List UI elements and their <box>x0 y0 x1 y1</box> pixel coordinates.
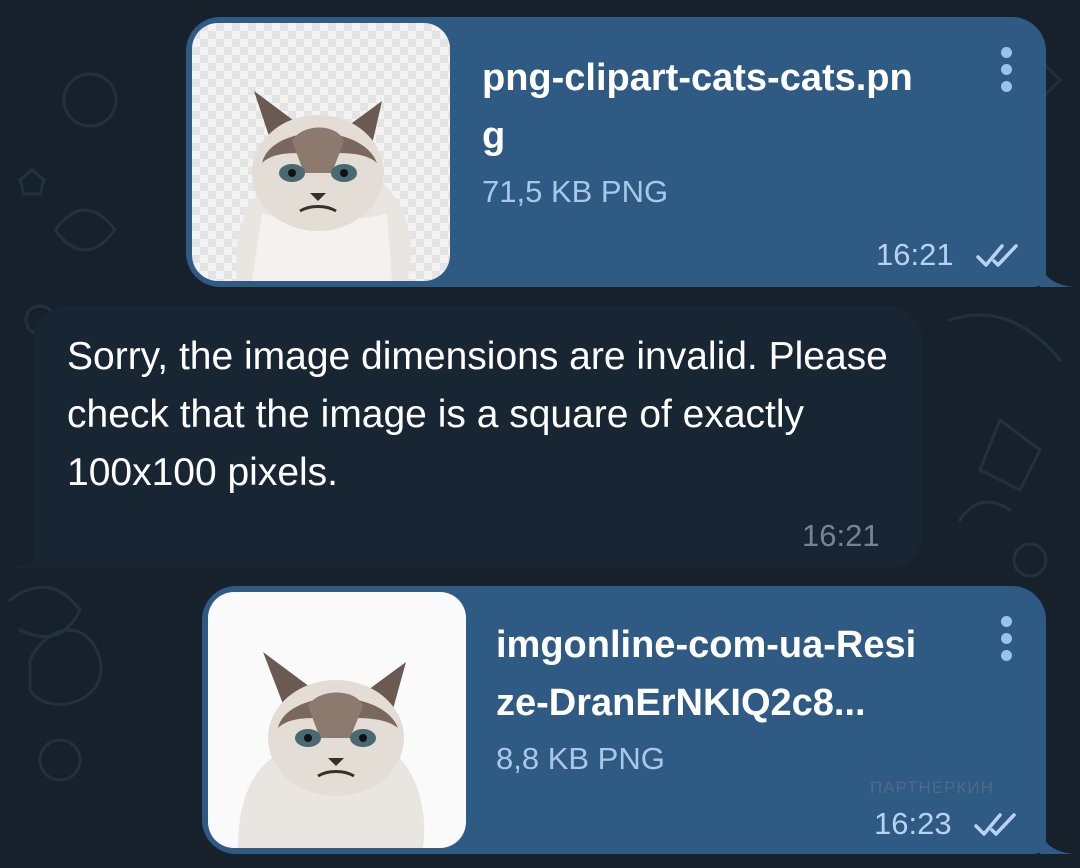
watermark: ПАРТНЕРКИН <box>870 778 994 797</box>
more-options-icon[interactable] <box>1001 47 1013 98</box>
file-thumbnail[interactable] <box>192 23 450 281</box>
message-file-outgoing-1[interactable]: png-clipart-cats-cats.pn g 71,5 KB PNG 1… <box>186 17 1046 287</box>
double-check-icon <box>976 244 1018 267</box>
bubble-tail <box>1040 826 1074 854</box>
message-time: 16:21 <box>802 518 880 553</box>
file-name[interactable]: png-clipart-cats-cats.pn g <box>482 49 982 165</box>
cat-image <box>238 652 425 848</box>
more-options-icon[interactable] <box>1001 616 1013 667</box>
file-name[interactable]: imgonline-com-ua-Resi ze-DranErNKIQ2c8..… <box>496 616 986 732</box>
bubble-tail <box>10 540 44 568</box>
message-text-incoming[interactable]: Sorry, the image dimensions are invalid.… <box>34 306 922 568</box>
bubble-tail <box>1040 259 1074 287</box>
cat-image <box>236 91 411 281</box>
file-size-type: 8,8 KB PNG <box>496 741 665 776</box>
file-thumbnail[interactable] <box>208 592 466 848</box>
message-file-outgoing-2[interactable]: imgonline-com-ua-Resi ze-DranErNKIQ2c8..… <box>202 586 1046 854</box>
message-time: 16:23 <box>874 806 952 841</box>
file-size-type: 71,5 KB PNG <box>482 174 669 209</box>
double-check-icon <box>974 813 1016 836</box>
message-text: Sorry, the image dimensions are invalid.… <box>67 335 888 494</box>
message-time: 16:21 <box>876 237 954 272</box>
